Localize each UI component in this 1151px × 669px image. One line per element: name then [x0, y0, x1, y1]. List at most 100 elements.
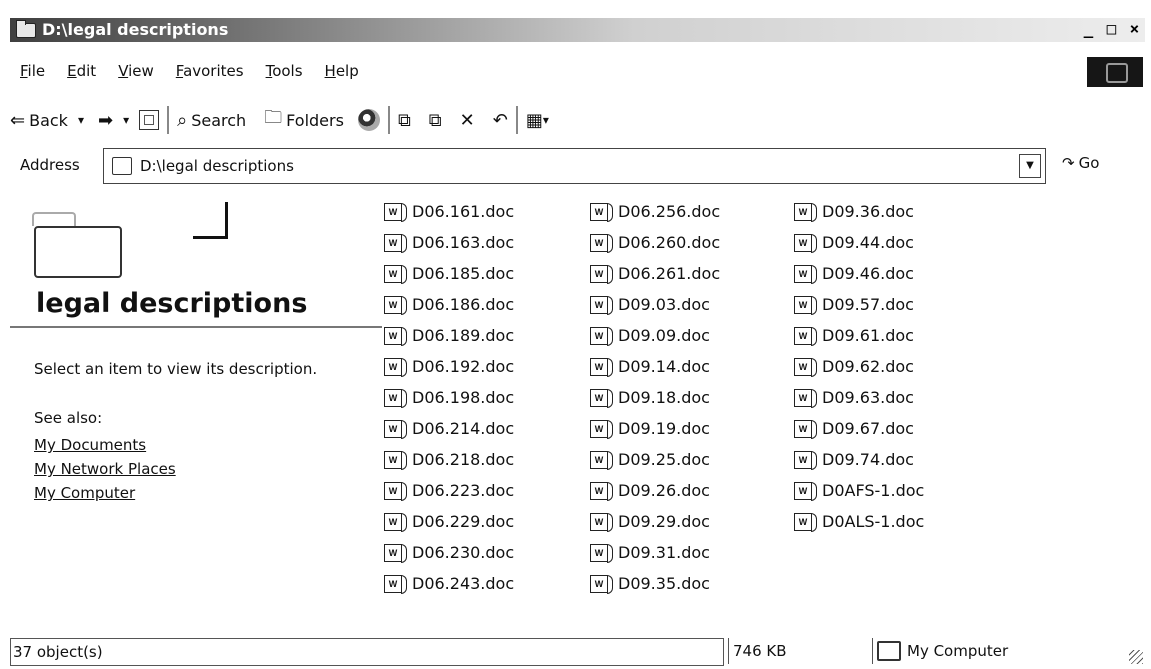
address-dropdown-button[interactable]: ▼	[1019, 154, 1041, 178]
file-item[interactable]: W D06.261.doc	[590, 258, 720, 289]
minimize-button[interactable]: _	[1078, 19, 1099, 39]
file-item[interactable]: W D09.62.doc	[794, 351, 924, 382]
file-name: D09.18.doc	[618, 388, 710, 407]
file-item[interactable]: W D09.67.doc	[794, 413, 924, 444]
file-name: D09.57.doc	[822, 295, 914, 314]
file-item[interactable]: W D06.163.doc	[384, 227, 514, 258]
description-text: Select an item to view its description.	[34, 360, 318, 378]
back-button[interactable]: ⇐ Back ▾	[10, 110, 84, 131]
word-doc-icon: W	[590, 512, 613, 532]
file-item[interactable]: W D06.214.doc	[384, 413, 514, 444]
file-name: D06.223.doc	[412, 481, 515, 500]
file-item[interactable]: W D09.29.doc	[590, 506, 720, 537]
menu-tools[interactable]: Tools	[266, 62, 303, 84]
file-item[interactable]: W D06.223.doc	[384, 475, 514, 506]
file-item[interactable]: W D06.189.doc	[384, 320, 514, 351]
close-button[interactable]: ×	[1124, 19, 1145, 39]
file-name: D06.198.doc	[412, 388, 515, 407]
address-input[interactable]: D:\legal descriptions ▼	[103, 148, 1046, 184]
file-item[interactable]: W D06.230.doc	[384, 537, 514, 568]
word-doc-icon: W	[590, 388, 613, 408]
folders-icon: 🗀	[264, 107, 283, 128]
forward-arrow-icon: ➡	[97, 109, 114, 131]
file-item[interactable]: W D09.19.doc	[590, 413, 720, 444]
folder-icon	[18, 202, 128, 278]
file-item[interactable]: W D09.74.doc	[794, 444, 924, 475]
address-value[interactable]: D:\legal descriptions	[140, 157, 294, 175]
word-doc-icon: W	[590, 295, 613, 315]
file-item[interactable]: W D0AFS-1.doc	[794, 475, 924, 506]
back-arrow-icon: ⇐	[10, 109, 26, 131]
up-folder-button[interactable]	[139, 110, 160, 130]
folders-button[interactable]: 🗀 Folders	[264, 105, 344, 135]
computer-icon	[877, 641, 901, 661]
forward-dropdown-icon[interactable]: ▾	[123, 113, 129, 127]
file-name: D09.63.doc	[822, 388, 914, 407]
file-item[interactable]: W D06.185.doc	[384, 258, 514, 289]
file-item[interactable]: W D06.218.doc	[384, 444, 514, 475]
views-button[interactable]: ▦ ▾	[526, 110, 549, 131]
file-item[interactable]: W D09.44.doc	[794, 227, 924, 258]
zone-indicator: My Computer	[872, 638, 1137, 664]
file-name: D06.243.doc	[412, 574, 515, 593]
back-dropdown-icon[interactable]: ▾	[78, 113, 84, 127]
file-item[interactable]: W D06.229.doc	[384, 506, 514, 537]
copy-to-icon: ⧉	[428, 109, 442, 131]
file-item[interactable]: W D09.25.doc	[590, 444, 720, 475]
maximize-button[interactable]: □	[1101, 19, 1122, 39]
word-doc-icon: W	[590, 419, 613, 439]
file-item[interactable]: W D09.03.doc	[590, 289, 720, 320]
file-name: D09.44.doc	[822, 233, 914, 252]
file-item[interactable]: W D06.186.doc	[384, 289, 514, 320]
title-bar[interactable]: D:\legal descriptions _ □ ×	[10, 18, 1145, 42]
link-my-computer[interactable]: My Computer	[34, 484, 176, 502]
forward-button[interactable]: ➡ ▾	[98, 110, 129, 131]
file-item[interactable]: W D0ALS-1.doc	[794, 506, 924, 537]
file-item[interactable]: W D06.192.doc	[384, 351, 514, 382]
word-doc-icon: W	[384, 357, 407, 377]
menu-edit[interactable]: Edit	[67, 62, 96, 84]
toolbar-separator	[387, 106, 390, 134]
divider	[10, 326, 382, 328]
move-to-button[interactable]: ⧉	[398, 110, 411, 131]
file-item[interactable]: W D06.161.doc	[384, 196, 514, 227]
file-name: D06.230.doc	[412, 543, 515, 562]
file-column: W D06.256.doc W D06.260.doc W D06.261.doc W D09…	[590, 196, 720, 599]
link-my-documents[interactable]: My Documents	[34, 436, 176, 454]
folder-title: legal descriptions	[36, 288, 308, 319]
file-item[interactable]: W D09.36.doc	[794, 196, 924, 227]
word-doc-icon: W	[384, 326, 407, 346]
menu-file[interactable]: File	[20, 62, 45, 84]
file-item[interactable]: W D09.31.doc	[590, 537, 720, 568]
file-item[interactable]: W D06.256.doc	[590, 196, 720, 227]
link-my-network-places[interactable]: My Network Places	[34, 460, 176, 478]
history-button[interactable]	[357, 109, 380, 131]
menu-view[interactable]: View	[118, 62, 154, 84]
search-button[interactable]: ⌕ Search	[177, 110, 246, 131]
word-doc-icon: W	[384, 295, 407, 315]
file-item[interactable]: W D09.57.doc	[794, 289, 924, 320]
undo-button[interactable]: ↶	[493, 110, 508, 131]
word-doc-icon: W	[384, 264, 407, 284]
file-item[interactable]: W D09.09.doc	[590, 320, 720, 351]
word-doc-icon: W	[384, 574, 407, 594]
file-item[interactable]: W D06.243.doc	[384, 568, 514, 599]
file-item[interactable]: W D09.26.doc	[590, 475, 720, 506]
file-item[interactable]: W D09.18.doc	[590, 382, 720, 413]
file-item[interactable]: W D09.35.doc	[590, 568, 720, 599]
delete-button[interactable]: ✕	[460, 110, 475, 131]
file-item[interactable]: W D09.14.doc	[590, 351, 720, 382]
resize-grip[interactable]	[1129, 650, 1143, 664]
file-item[interactable]: W D09.61.doc	[794, 320, 924, 351]
menu-help[interactable]: Help	[325, 62, 359, 84]
menu-favorites[interactable]: Favorites	[176, 62, 244, 84]
copy-to-button[interactable]: ⧉	[429, 110, 442, 131]
file-name: D06.229.doc	[412, 512, 515, 531]
go-button[interactable]: ↷ Go	[1062, 154, 1099, 172]
file-item[interactable]: W D09.46.doc	[794, 258, 924, 289]
file-item[interactable]: W D06.260.doc	[590, 227, 720, 258]
file-item[interactable]: W D06.198.doc	[384, 382, 514, 413]
file-item[interactable]: W D09.63.doc	[794, 382, 924, 413]
word-doc-icon: W	[590, 450, 613, 470]
file-name: D06.214.doc	[412, 419, 515, 438]
